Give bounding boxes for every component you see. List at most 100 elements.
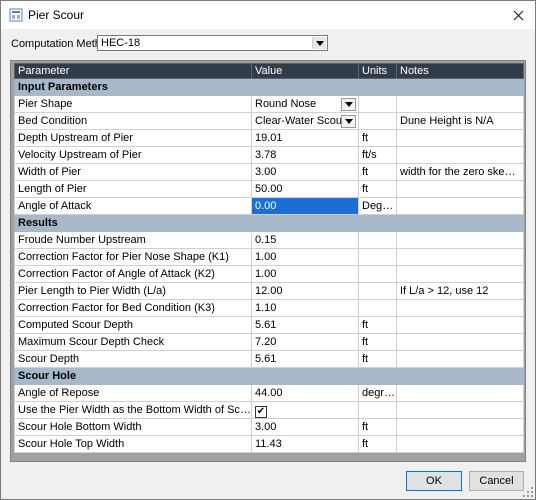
parameter-cell: Use the Pier Width as the Bottom Width o… — [14, 401, 252, 419]
notes-cell — [396, 299, 524, 317]
notes-cell — [396, 197, 524, 215]
width-of-pier-input[interactable]: 3.00 — [251, 163, 359, 181]
value-cell: 7.20 — [251, 333, 359, 351]
column-header-parameter: Parameter — [14, 63, 252, 79]
parameter-cell: Correction Factor of Angle of Attack (K2… — [14, 265, 252, 283]
notes-cell — [396, 435, 524, 453]
column-header-value: Value — [251, 63, 359, 79]
bed-condition-value: Clear-Water Scour — [255, 115, 346, 127]
cancel-button[interactable]: Cancel — [469, 471, 524, 491]
parameter-cell: Angle of Repose — [14, 384, 252, 402]
table-row: Computed Scour Depth 5.61 ft — [14, 316, 524, 334]
ok-button[interactable]: OK — [406, 471, 462, 491]
units-cell: ft — [358, 418, 397, 436]
table-row: Angle of Attack 0.00 Degrees — [14, 197, 524, 215]
use-pier-width-checkbox[interactable]: ✔ — [255, 405, 267, 418]
computation-method-value: HEC-18 — [101, 37, 141, 49]
value-cell: 5.61 — [251, 316, 359, 334]
parameter-table: Parameter Value Units Notes Input Parame… — [14, 63, 524, 453]
notes-cell — [396, 146, 524, 164]
table-row: Scour Hole Top Width 11.43 ft — [14, 435, 524, 453]
window-title: Pier Scour — [28, 8, 85, 22]
parameter-cell: Correction Factor for Bed Condition (K3) — [14, 299, 252, 317]
notes-cell — [396, 231, 524, 249]
section-row-scour-hole: Scour Hole — [14, 367, 524, 385]
parameter-cell: Maximum Scour Depth Check — [14, 333, 252, 351]
section-label: Results — [14, 214, 524, 232]
bed-condition-dropdown-button[interactable] — [341, 115, 356, 128]
units-cell: degrees — [358, 384, 397, 402]
parameter-cell: Pier Shape — [14, 95, 252, 113]
computation-method-select[interactable]: HEC-18 — [97, 35, 328, 51]
units-cell: ft — [358, 163, 397, 181]
value-cell: 1.10 — [251, 299, 359, 317]
angle-of-repose-input[interactable]: 44.00 — [251, 384, 359, 402]
length-of-pier-input[interactable]: 50.00 — [251, 180, 359, 198]
value-cell: 3.00 — [251, 418, 359, 436]
table-row: Correction Factor for Pier Nose Shape (K… — [14, 248, 524, 266]
pier-shape-dropdown-button[interactable] — [341, 98, 356, 111]
app-icon — [9, 8, 23, 22]
angle-of-attack-input[interactable]: 0.00 — [251, 197, 359, 215]
parameter-cell: Correction Factor for Pier Nose Shape (K… — [14, 248, 252, 266]
notes-cell — [396, 316, 524, 334]
parameter-cell: Angle of Attack — [14, 197, 252, 215]
table-row: Width of Pier 3.00 ft width for the zero… — [14, 163, 524, 181]
table-row: Velocity Upstream of Pier 3.78 ft/s — [14, 146, 524, 164]
table-row: Depth Upstream of Pier 19.01 ft — [14, 129, 524, 147]
parameter-cell: Scour Hole Top Width — [14, 435, 252, 453]
pier-shape-value: Round Nose — [255, 98, 317, 110]
units-cell — [358, 401, 397, 419]
value-cell: 5.61 — [251, 350, 359, 368]
notes-cell — [396, 129, 524, 147]
parameter-cell: Scour Depth — [14, 350, 252, 368]
column-header-notes: Notes — [396, 63, 524, 79]
notes-cell — [396, 95, 524, 113]
notes-cell: width for the zero skew co... — [396, 163, 524, 181]
units-cell: ft/s — [358, 146, 397, 164]
parameter-cell: Pier Length to Pier Width (L/a) — [14, 282, 252, 300]
units-cell — [358, 95, 397, 113]
parameter-cell: Computed Scour Depth — [14, 316, 252, 334]
pier-scour-dialog: Pier Scour Computation Method: HEC-18 Pa… — [0, 0, 536, 500]
table-row: Froude Number Upstream 0.15 — [14, 231, 524, 249]
units-cell — [358, 248, 397, 266]
units-cell: ft — [358, 129, 397, 147]
table-row: Pier Shape Round Nose — [14, 95, 524, 113]
section-label: Input Parameters — [14, 78, 524, 96]
table-row: Length of Pier 50.00 ft — [14, 180, 524, 198]
table-row: Scour Depth 5.61 ft — [14, 350, 524, 368]
computation-method-dropdown-button[interactable] — [312, 37, 326, 49]
table-row: Correction Factor for Bed Condition (K3)… — [14, 299, 524, 317]
notes-cell — [396, 333, 524, 351]
units-cell — [358, 265, 397, 283]
velocity-upstream-input[interactable]: 3.78 — [251, 146, 359, 164]
value-cell: 12.00 — [251, 282, 359, 300]
units-cell: ft — [358, 180, 397, 198]
units-cell: ft — [358, 316, 397, 334]
bed-condition-select[interactable]: Clear-Water Scour — [251, 112, 359, 130]
parameter-cell: Froude Number Upstream — [14, 231, 252, 249]
notes-cell — [396, 180, 524, 198]
notes-cell — [396, 384, 524, 402]
table-row: Scour Hole Bottom Width 3.00 ft — [14, 418, 524, 436]
notes-cell — [396, 418, 524, 436]
pier-shape-select[interactable]: Round Nose — [251, 95, 359, 113]
parameter-grid: Parameter Value Units Notes Input Parame… — [10, 60, 526, 462]
column-header-units: Units — [358, 63, 397, 79]
check-icon: ✔ — [256, 405, 266, 417]
value-cell: 1.00 — [251, 248, 359, 266]
title-bar: Pier Scour — [1, 1, 535, 29]
notes-cell: Dune Height is N/A — [396, 112, 524, 130]
section-label: Scour Hole — [14, 367, 524, 385]
units-cell — [358, 231, 397, 249]
resize-grip-icon[interactable] — [523, 487, 533, 497]
table-row: Angle of Repose 44.00 degrees — [14, 384, 524, 402]
value-cell: 1.00 — [251, 265, 359, 283]
close-icon — [513, 10, 523, 20]
close-button[interactable] — [501, 1, 535, 29]
depth-upstream-input[interactable]: 19.01 — [251, 129, 359, 147]
units-cell: ft — [358, 435, 397, 453]
parameter-cell: Length of Pier — [14, 180, 252, 198]
parameter-cell: Scour Hole Bottom Width — [14, 418, 252, 436]
